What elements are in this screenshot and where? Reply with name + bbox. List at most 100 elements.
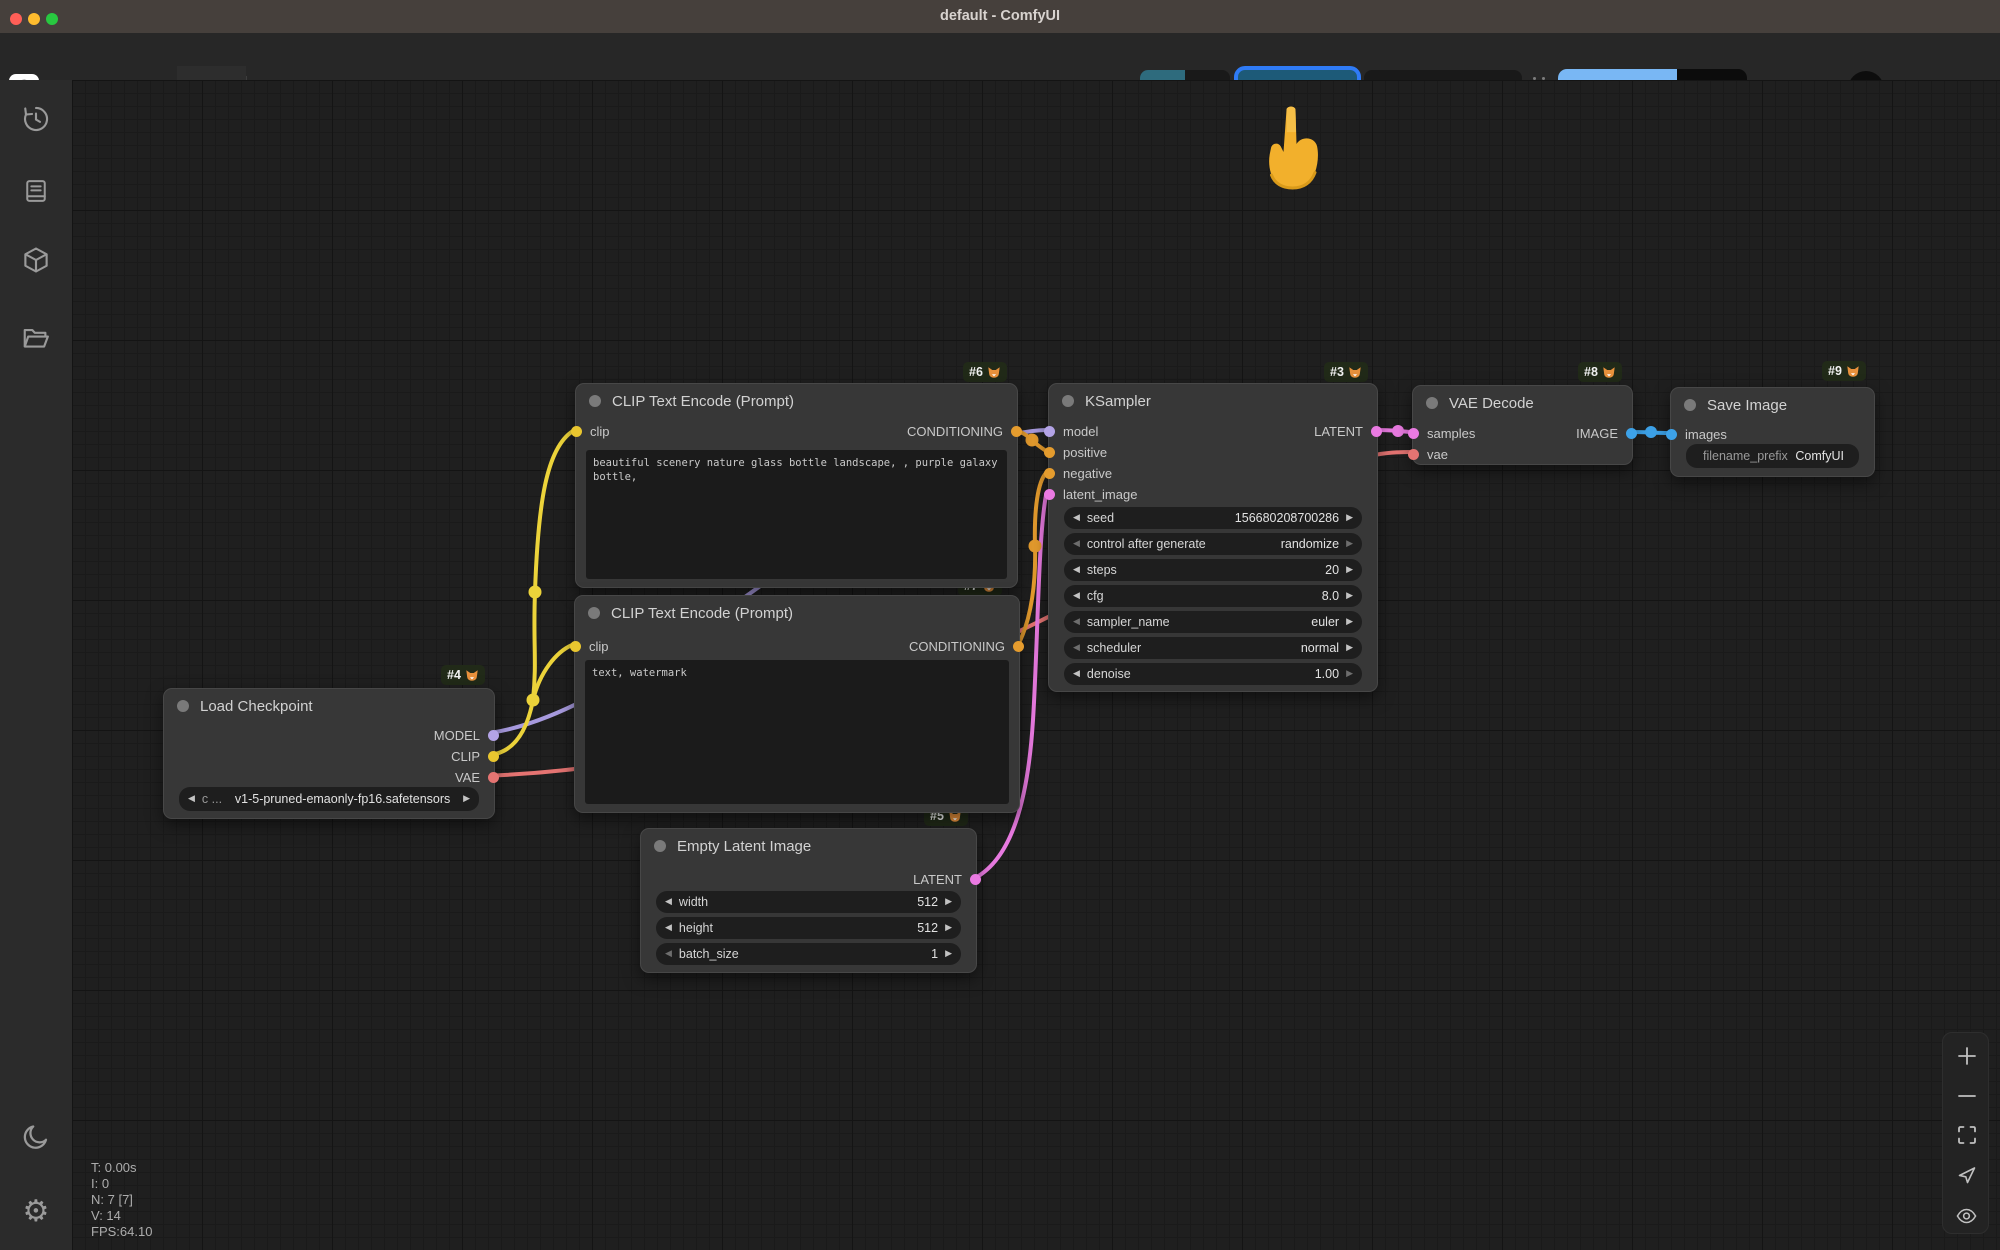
ckpt-name-combo-widget[interactable]: ◀ c ... v1-5-pruned-emaonly-fp16.safeten…	[179, 787, 479, 811]
output-label: CONDITIONING	[907, 424, 1003, 439]
output-label: CLIP	[451, 749, 480, 764]
output-port-vae[interactable]	[488, 772, 499, 783]
input-label: images	[1685, 427, 1727, 442]
widget-name: filename_prefix	[1695, 449, 1788, 463]
seed-widget[interactable]: ◀ seed 156680208700286 ▶	[1064, 507, 1362, 529]
next-arrow-icon[interactable]: ▶	[1346, 540, 1353, 549]
output-port-conditioning[interactable]	[1013, 641, 1024, 652]
input-port-vae[interactable]	[1408, 449, 1419, 460]
node-empty-latent-image[interactable]: Empty Latent Image LATENT ◀ width 512 ▶ …	[640, 828, 977, 973]
output-port-clip[interactable]	[488, 751, 499, 762]
input-port-negative[interactable]	[1044, 468, 1055, 479]
prev-arrow-icon[interactable]: ◀	[1073, 644, 1080, 653]
node-title: CLIP Text Encode (Prompt)	[611, 605, 793, 622]
height-widget[interactable]: ◀ height 512 ▶	[656, 917, 961, 939]
node-title: KSampler	[1085, 393, 1151, 410]
toggle-link-visibility-button[interactable]	[1952, 1201, 1981, 1230]
theme-toggle-button[interactable]	[17, 1118, 55, 1156]
next-arrow-icon[interactable]: ▶	[463, 795, 470, 804]
output-port-latent[interactable]	[1371, 426, 1382, 437]
collapse-dot[interactable]	[589, 395, 601, 407]
zoom-out-button[interactable]	[1952, 1081, 1981, 1110]
output-label: LATENT	[913, 872, 962, 887]
next-arrow-icon[interactable]: ▶	[945, 898, 952, 907]
next-arrow-icon[interactable]: ▶	[1346, 592, 1353, 601]
node-load-checkpoint[interactable]: Load Checkpoint MODEL CLIP VAE ◀ c ... v…	[163, 688, 495, 819]
input-port-positive[interactable]	[1044, 447, 1055, 458]
collapse-dot[interactable]	[1062, 395, 1074, 407]
prev-arrow-icon[interactable]: ◀	[1073, 566, 1080, 575]
output-port-image[interactable]	[1626, 428, 1637, 439]
fox-icon	[465, 669, 479, 682]
next-arrow-icon[interactable]: ▶	[1346, 514, 1353, 523]
input-port-samples[interactable]	[1408, 428, 1419, 439]
output-port-latent[interactable]	[970, 874, 981, 885]
sidebar-item-history[interactable]	[17, 100, 55, 138]
fox-icon	[1348, 366, 1362, 379]
collapse-dot[interactable]	[177, 700, 189, 712]
control-after-generate-widget[interactable]: ◀ control after generate randomize ▶	[1064, 533, 1362, 555]
fit-view-button[interactable]	[1952, 1120, 1981, 1149]
width-widget[interactable]: ◀ width 512 ▶	[656, 891, 961, 913]
prev-arrow-icon[interactable]: ◀	[665, 924, 672, 933]
output-label: CONDITIONING	[909, 639, 1005, 654]
prev-arrow-icon[interactable]: ◀	[1073, 592, 1080, 601]
prev-arrow-icon[interactable]: ◀	[1073, 514, 1080, 523]
next-arrow-icon[interactable]: ▶	[1346, 566, 1353, 575]
denoise-widget[interactable]: ◀ denoise 1.00 ▶	[1064, 663, 1362, 685]
input-port-clip[interactable]	[570, 641, 581, 652]
history-icon	[21, 104, 51, 134]
menubar: Workflow Edit Help default + Ma	[0, 33, 2000, 80]
output-port-model[interactable]	[488, 730, 499, 741]
prompt-textarea[interactable]: beautiful scenery nature glass bottle la…	[586, 450, 1007, 579]
collapse-dot[interactable]	[1684, 399, 1696, 411]
next-arrow-icon[interactable]: ▶	[945, 924, 952, 933]
prev-arrow-icon[interactable]: ◀	[1073, 670, 1080, 679]
next-arrow-icon[interactable]: ▶	[1346, 618, 1353, 627]
collapse-dot[interactable]	[1426, 397, 1438, 409]
input-port-latent-image[interactable]	[1044, 489, 1055, 500]
sampler-name-widget[interactable]: ◀ sampler_name euler ▶	[1064, 611, 1362, 633]
output-label: IMAGE	[1576, 426, 1618, 441]
node-clip-text-encode-negative[interactable]: CLIP Text Encode (Prompt) clip CONDITION…	[574, 595, 1020, 813]
input-port-clip[interactable]	[571, 426, 582, 437]
filename-prefix-widget[interactable]: filename_prefix ComfyUI	[1686, 444, 1859, 468]
sidebar-item-queue[interactable]	[17, 172, 55, 210]
settings-button[interactable]: ⚙	[17, 1192, 55, 1230]
prompt-textarea[interactable]: text, watermark	[585, 660, 1009, 804]
prev-arrow-icon[interactable]: ◀	[665, 950, 672, 959]
collapse-dot[interactable]	[654, 840, 666, 852]
prev-arrow-icon[interactable]: ◀	[1073, 618, 1080, 627]
fit-view-icon	[1957, 1125, 1977, 1145]
prev-arrow-icon[interactable]: ◀	[665, 898, 672, 907]
next-arrow-icon[interactable]: ▶	[1346, 670, 1353, 679]
scheduler-widget[interactable]: ◀ scheduler normal ▶	[1064, 637, 1362, 659]
node-title: VAE Decode	[1449, 395, 1534, 412]
output-port-conditioning[interactable]	[1011, 426, 1022, 437]
sidebar-item-node-library[interactable]	[17, 241, 55, 279]
node-save-image[interactable]: Save Image images filename_prefix ComfyU…	[1670, 387, 1875, 477]
perf-stats: T: 0.00s I: 0 N: 7 [7] V: 14 FPS:64.10	[91, 1160, 152, 1240]
batch-size-widget[interactable]: ◀ batch_size 1 ▶	[656, 943, 961, 965]
titlebar: default - ComfyUI	[0, 0, 2000, 33]
prev-arrow-icon[interactable]: ◀	[1073, 540, 1080, 549]
steps-widget[interactable]: ◀ steps 20 ▶	[1064, 559, 1362, 581]
collapse-dot[interactable]	[588, 607, 600, 619]
input-port-model[interactable]	[1044, 426, 1055, 437]
prev-arrow-icon[interactable]: ◀	[188, 795, 195, 804]
cfg-widget[interactable]: ◀ cfg 8.0 ▶	[1064, 585, 1362, 607]
pan-mode-button[interactable]	[1952, 1160, 1981, 1189]
node-clip-text-encode-positive[interactable]: CLIP Text Encode (Prompt) clip CONDITION…	[575, 383, 1018, 588]
folder-open-icon	[21, 324, 51, 354]
output-label: LATENT	[1314, 424, 1363, 439]
zoom-in-button[interactable]	[1952, 1041, 1981, 1070]
input-port-images[interactable]	[1666, 429, 1677, 440]
graph-canvas[interactable]	[72, 80, 2000, 1250]
next-arrow-icon[interactable]: ▶	[1346, 644, 1353, 653]
node-vae-decode[interactable]: VAE Decode samples IMAGE vae	[1412, 385, 1633, 465]
node-title: Load Checkpoint	[200, 698, 313, 715]
next-arrow-icon[interactable]: ▶	[945, 950, 952, 959]
node-ksampler[interactable]: KSampler model LATENT positive negative …	[1048, 383, 1378, 692]
fox-icon	[1602, 366, 1616, 379]
sidebar-item-workflows[interactable]	[17, 320, 55, 358]
